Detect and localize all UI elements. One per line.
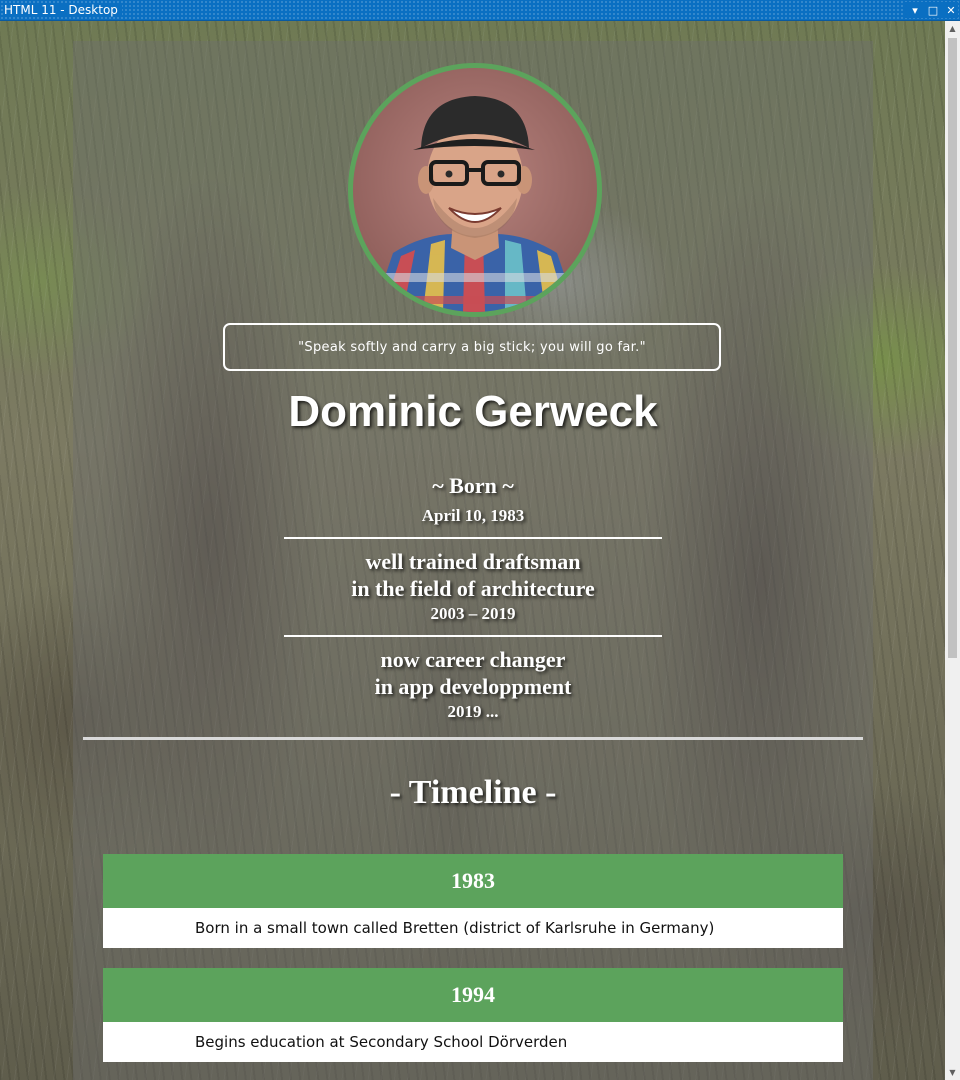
career-past-years: 2003 – 2019 <box>430 604 516 623</box>
portrait-illustration <box>373 96 577 312</box>
profile-photo <box>348 63 602 317</box>
career-past-line2: in the field of architecture <box>351 576 595 601</box>
page-viewport: "Speak softly and carry a big stick; you… <box>0 21 945 1080</box>
timeline-text: Begins education at Secondary School Dör… <box>103 1022 843 1062</box>
window-titlebar: HTML 11 - Desktop ▾ □ ✕ <box>0 0 960 21</box>
dropdown-icon[interactable]: ▾ <box>908 2 922 18</box>
career-past-line1: well trained draftsman <box>365 549 581 574</box>
scroll-down-icon[interactable]: ▼ <box>945 1065 960 1080</box>
born-date: April 10, 1983 <box>421 506 525 525</box>
profile-panel: "Speak softly and carry a big stick; you… <box>73 41 873 1080</box>
quote-text: "Speak softly and carry a big stick; you… <box>298 339 646 355</box>
scroll-up-icon[interactable]: ▲ <box>945 21 960 36</box>
career-now-line2: in app developpment <box>374 674 572 699</box>
career-now-years: 2019 ... <box>447 702 499 721</box>
divider <box>284 635 662 637</box>
maximize-icon[interactable]: □ <box>926 2 940 18</box>
window-controls: ▾ □ ✕ <box>904 2 958 18</box>
scrollbar-thumb[interactable] <box>948 38 957 658</box>
timeline-entry: 1983 Born in a small town called Bretten… <box>103 854 843 948</box>
timeline-year: 1983 <box>103 854 843 908</box>
section-divider <box>83 737 863 740</box>
born-label: ~ Born ~ <box>432 473 514 498</box>
divider <box>284 537 662 539</box>
profile-name: Dominic Gerweck <box>288 387 658 436</box>
timeline-text: Born in a small town called Bretten (dis… <box>103 908 843 948</box>
close-icon[interactable]: ✕ <box>944 2 958 18</box>
timeline-title: - Timeline - <box>389 774 557 811</box>
window-title: HTML 11 - Desktop <box>4 3 122 17</box>
timeline-year: 1994 <box>103 968 843 1022</box>
career-now-line1: now career changer <box>380 647 566 672</box>
vertical-scrollbar[interactable]: ▲ ▼ <box>945 21 960 1080</box>
timeline-entry: 1994 Begins education at Secondary Schoo… <box>103 968 843 1062</box>
quote-box: "Speak softly and carry a big stick; you… <box>223 323 721 371</box>
